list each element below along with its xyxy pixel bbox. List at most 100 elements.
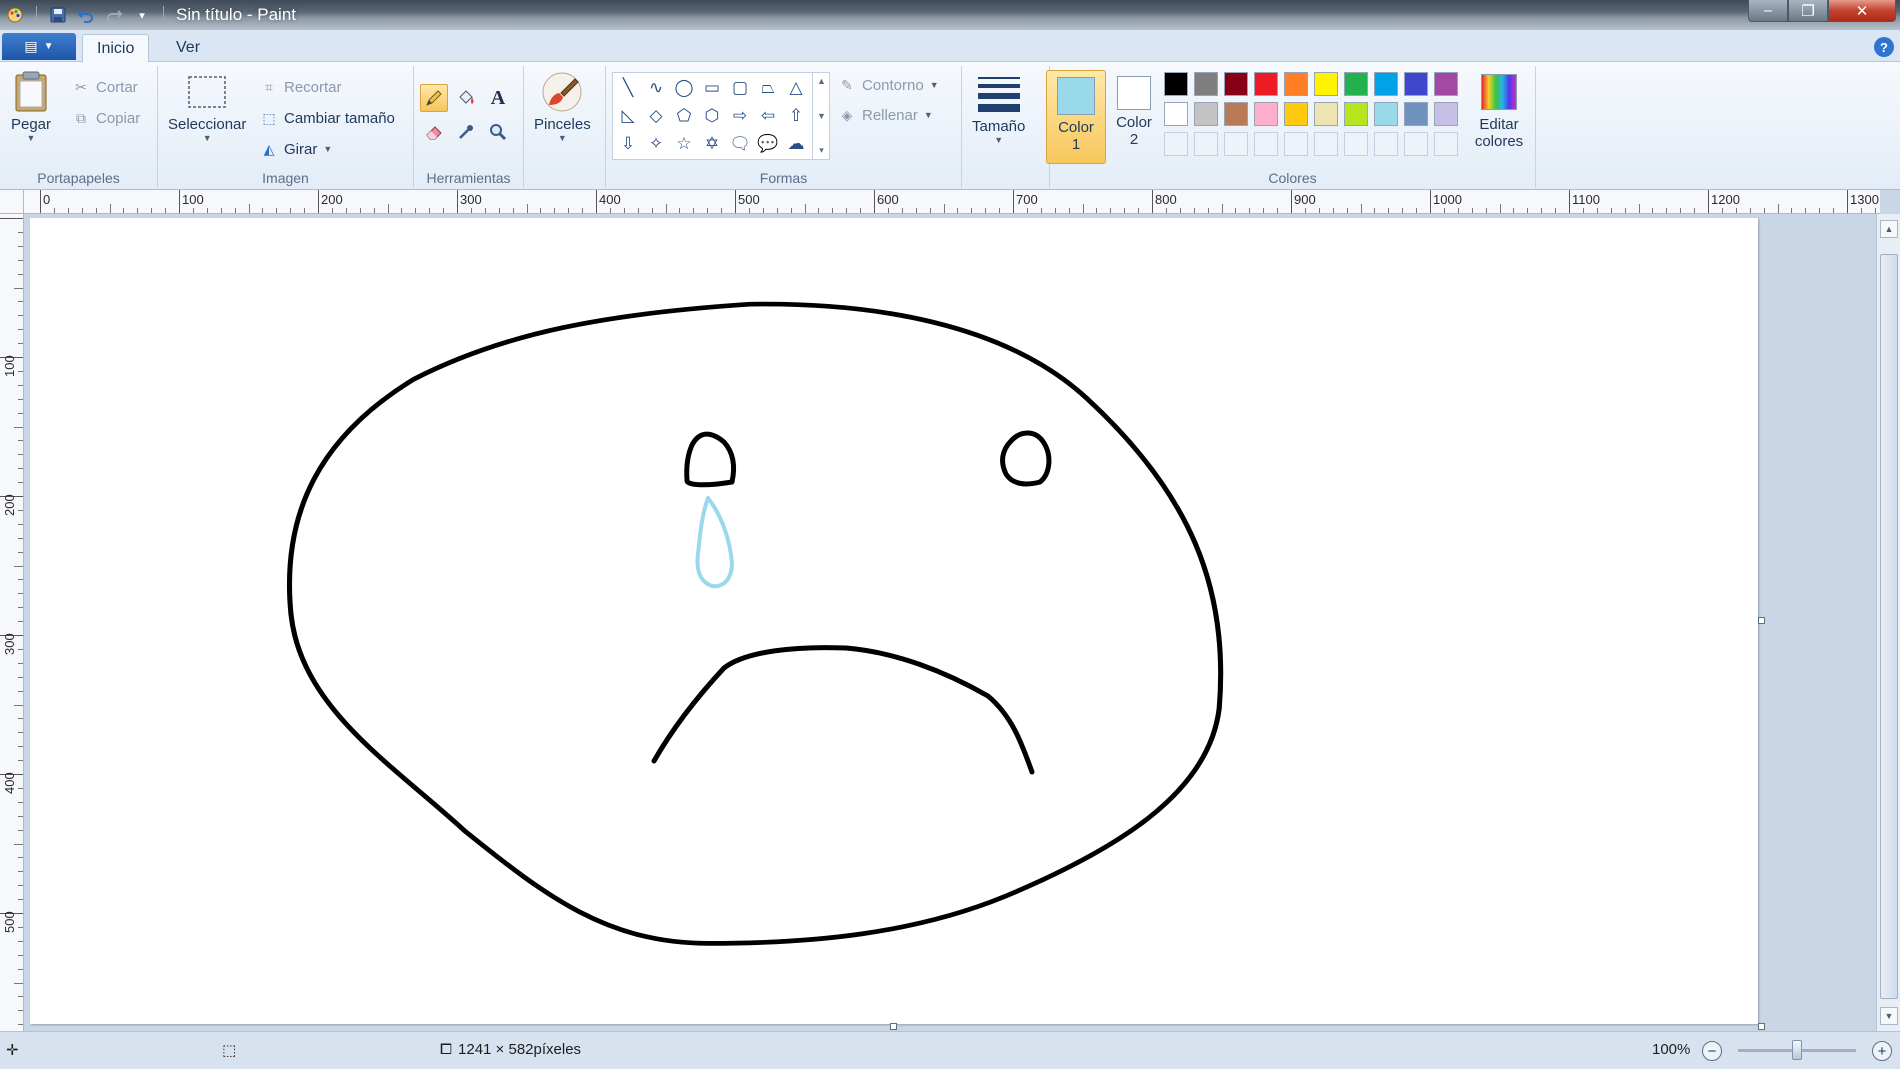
drawing-canvas[interactable] bbox=[30, 218, 1758, 1024]
rectangle-shape-icon[interactable]: ▭ bbox=[699, 75, 725, 101]
palette-color-swatch[interactable] bbox=[1284, 102, 1308, 126]
size-button[interactable]: Tamaño ▼ bbox=[972, 72, 1025, 145]
left-arrow-shape-icon[interactable]: ⇦ bbox=[755, 103, 781, 129]
cloud-callout-shape-icon[interactable]: ☁ bbox=[783, 131, 809, 157]
maximize-button[interactable]: ❐ bbox=[1788, 0, 1828, 22]
paint-app-icon[interactable] bbox=[4, 4, 26, 26]
resize-button[interactable]: ⬚ Cambiar tamaño bbox=[260, 109, 395, 127]
pencil-icon[interactable] bbox=[420, 84, 448, 112]
ruler-minor-tick bbox=[18, 648, 23, 650]
rect-callout-shape-icon[interactable]: 🗨 bbox=[727, 131, 753, 157]
brushes-button[interactable]: Pinceles ▼ bbox=[534, 70, 591, 143]
up-arrow-shape-icon[interactable]: ⇧ bbox=[783, 103, 809, 129]
fill-bucket-icon[interactable] bbox=[452, 84, 480, 112]
oval-shape-icon[interactable]: ◯ bbox=[671, 75, 697, 101]
palette-custom-slot[interactable] bbox=[1344, 132, 1368, 156]
palette-color-swatch[interactable] bbox=[1314, 72, 1338, 96]
palette-color-swatch[interactable] bbox=[1344, 102, 1368, 126]
curve-shape-icon[interactable]: ∿ bbox=[643, 75, 669, 101]
select-button[interactable]: Seleccionar ▼ bbox=[168, 70, 246, 143]
five-point-star-shape-icon[interactable]: ☆ bbox=[671, 131, 697, 157]
pentagon-shape-icon[interactable]: ⬠ bbox=[671, 103, 697, 129]
palette-custom-slot[interactable] bbox=[1164, 132, 1188, 156]
palette-custom-slot[interactable] bbox=[1284, 132, 1308, 156]
palette-color-swatch[interactable] bbox=[1224, 72, 1248, 96]
palette-color-swatch[interactable] bbox=[1164, 102, 1188, 126]
resize-handle-bottom[interactable] bbox=[890, 1023, 897, 1030]
edit-colors-button[interactable]: Editar colores bbox=[1468, 70, 1530, 164]
palette-color-swatch[interactable] bbox=[1224, 102, 1248, 126]
line-shape-icon[interactable]: ╲ bbox=[615, 75, 641, 101]
palette-custom-slot[interactable] bbox=[1224, 132, 1248, 156]
copy-button[interactable]: ⧉ Copiar bbox=[72, 109, 140, 127]
zoom-slider-thumb[interactable] bbox=[1792, 1040, 1802, 1060]
palette-custom-slot[interactable] bbox=[1404, 132, 1428, 156]
vertical-scrollbar[interactable]: ▲ ▼ bbox=[1876, 214, 1900, 1031]
palette-custom-slot[interactable] bbox=[1254, 132, 1278, 156]
palette-custom-slot[interactable] bbox=[1194, 132, 1218, 156]
palette-custom-slot[interactable] bbox=[1374, 132, 1398, 156]
resize-handle-right[interactable] bbox=[1758, 617, 1765, 624]
outline-button[interactable]: ✎ Contorno ▼ bbox=[838, 76, 939, 94]
help-icon[interactable]: ? bbox=[1874, 37, 1894, 57]
eraser-icon[interactable] bbox=[420, 118, 448, 146]
cut-button[interactable]: ✂ Cortar bbox=[72, 78, 138, 96]
fill-button[interactable]: ◈ Rellenar ▼ bbox=[838, 106, 933, 124]
tab-view[interactable]: Ver bbox=[162, 34, 214, 62]
hexagon-shape-icon[interactable]: ⬡ bbox=[699, 103, 725, 129]
zoom-in-button[interactable]: + bbox=[1872, 1041, 1892, 1061]
expand-gallery-icon[interactable]: ▾ bbox=[819, 145, 824, 156]
down-arrow-shape-icon[interactable]: ⇩ bbox=[615, 131, 641, 157]
close-button[interactable]: ✕ bbox=[1828, 0, 1896, 22]
chevron-up-icon[interactable]: ▲ bbox=[817, 76, 826, 86]
minimize-button[interactable]: – bbox=[1748, 0, 1788, 22]
palette-color-swatch[interactable] bbox=[1314, 102, 1338, 126]
palette-custom-slot[interactable] bbox=[1434, 132, 1458, 156]
paste-button[interactable]: Pegar ▼ bbox=[10, 70, 52, 143]
six-point-star-shape-icon[interactable]: ✡ bbox=[699, 131, 725, 157]
palette-color-swatch[interactable] bbox=[1254, 72, 1278, 96]
palette-color-swatch[interactable] bbox=[1404, 102, 1428, 126]
text-tool-icon[interactable]: A bbox=[484, 84, 512, 112]
palette-color-swatch[interactable] bbox=[1194, 102, 1218, 126]
color-picker-icon[interactable] bbox=[452, 118, 480, 146]
palette-color-swatch[interactable] bbox=[1374, 102, 1398, 126]
scroll-down-icon[interactable]: ▼ bbox=[1880, 1007, 1898, 1025]
chevron-down-icon[interactable]: ▼ bbox=[817, 111, 826, 121]
palette-color-swatch[interactable] bbox=[1194, 72, 1218, 96]
polygon-shape-icon[interactable]: ⏢ bbox=[755, 75, 781, 101]
four-point-star-shape-icon[interactable]: ✧ bbox=[643, 131, 669, 157]
palette-color-swatch[interactable] bbox=[1254, 102, 1278, 126]
tab-home[interactable]: Inicio bbox=[82, 34, 150, 63]
rotate-button[interactable]: ◭ Girar ▼ bbox=[260, 140, 333, 158]
chevron-down-icon[interactable]: ▾ bbox=[131, 4, 153, 26]
palette-color-swatch[interactable] bbox=[1434, 102, 1458, 126]
scroll-up-icon[interactable]: ▲ bbox=[1880, 220, 1898, 238]
palette-color-swatch[interactable] bbox=[1284, 72, 1308, 96]
palette-custom-slot[interactable] bbox=[1314, 132, 1338, 156]
zoom-out-button[interactable]: − bbox=[1702, 1041, 1722, 1061]
save-icon[interactable] bbox=[47, 4, 69, 26]
color2-button[interactable]: Color 2 bbox=[1108, 70, 1160, 164]
scrollbar-thumb[interactable] bbox=[1880, 254, 1898, 999]
right-arrow-shape-icon[interactable]: ⇨ bbox=[727, 103, 753, 129]
triangle-shape-icon[interactable]: △ bbox=[783, 75, 809, 101]
magnifier-icon[interactable] bbox=[484, 118, 512, 146]
palette-color-swatch[interactable] bbox=[1374, 72, 1398, 96]
color1-button[interactable]: Color 1 bbox=[1046, 70, 1106, 164]
palette-color-swatch[interactable] bbox=[1434, 72, 1458, 96]
shapes-scrollbar[interactable]: ▲ ▼ ▾ bbox=[812, 72, 830, 160]
crop-button[interactable]: ⌗ Recortar bbox=[260, 78, 341, 96]
oval-callout-shape-icon[interactable]: 💬 bbox=[755, 131, 781, 157]
undo-icon[interactable] bbox=[75, 4, 97, 26]
palette-color-swatch[interactable] bbox=[1344, 72, 1368, 96]
right-triangle-shape-icon[interactable]: ◺ bbox=[615, 103, 641, 129]
paint-menu-button[interactable]: ▤ ▼ bbox=[2, 33, 76, 60]
redo-icon[interactable] bbox=[103, 4, 125, 26]
palette-color-swatch[interactable] bbox=[1164, 72, 1188, 96]
palette-color-swatch[interactable] bbox=[1404, 72, 1428, 96]
ruler-minor-tick bbox=[748, 208, 750, 213]
resize-handle-corner[interactable] bbox=[1758, 1023, 1765, 1030]
diamond-shape-icon[interactable]: ◇ bbox=[643, 103, 669, 129]
rounded-rectangle-shape-icon[interactable]: ▢ bbox=[727, 75, 753, 101]
